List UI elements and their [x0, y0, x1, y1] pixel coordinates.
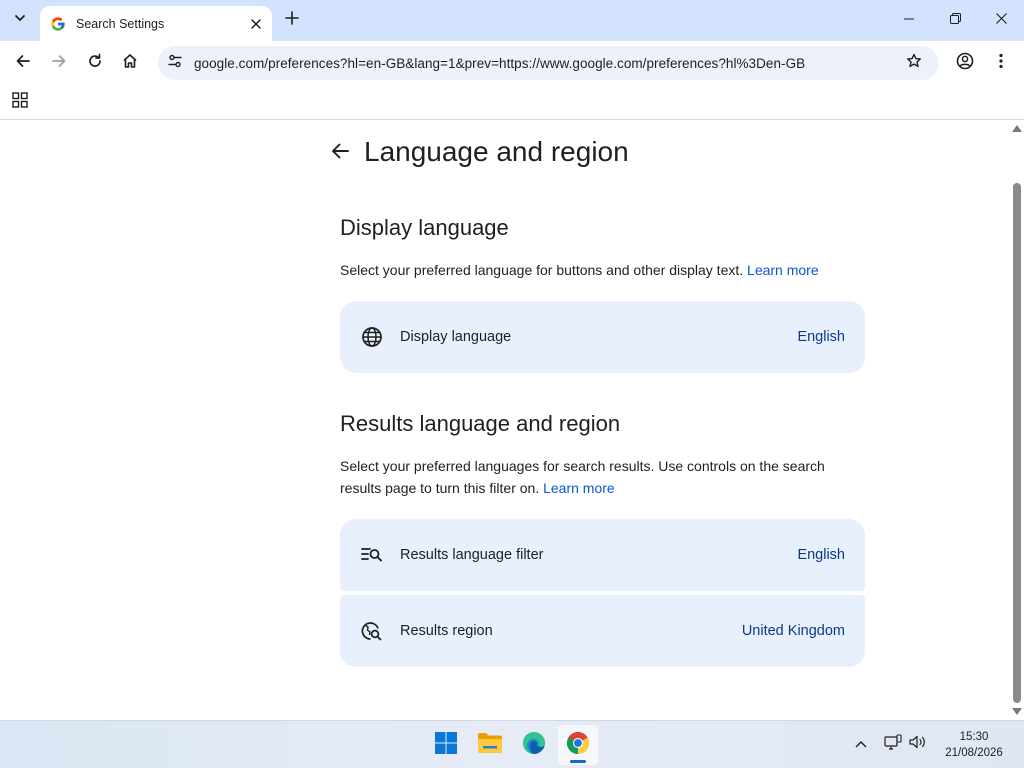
apps-grid-icon	[12, 91, 28, 113]
results-region-card[interactable]: Results region United Kingdom	[340, 595, 865, 667]
learn-more-link[interactable]: Learn more	[543, 480, 615, 496]
apps-button[interactable]	[8, 90, 32, 114]
edge-button[interactable]	[514, 725, 554, 765]
reload-icon	[87, 53, 103, 74]
tab-strip: Search Settings	[0, 0, 1024, 41]
file-explorer-icon	[477, 732, 503, 759]
taskbar: 15:30 21/08/2026	[0, 720, 1024, 768]
tab-search-button[interactable]	[6, 7, 34, 33]
learn-more-link[interactable]: Learn more	[747, 262, 819, 278]
restore-icon	[949, 11, 961, 29]
tab-close-button[interactable]	[246, 14, 266, 34]
chevron-up-icon	[855, 735, 867, 753]
edge-icon	[522, 731, 546, 760]
show-hidden-icons-button[interactable]	[850, 733, 872, 755]
globe-icon	[360, 325, 384, 349]
profile-button[interactable]	[949, 47, 981, 79]
arrow-back-icon	[330, 141, 350, 166]
speaker-icon	[909, 734, 927, 755]
clock-date: 21/08/2026	[945, 747, 1003, 759]
star-icon	[906, 53, 922, 74]
bookmarks-bar	[0, 85, 1024, 120]
more-vert-icon	[999, 53, 1003, 74]
chrome-button[interactable]	[558, 725, 598, 765]
menu-button[interactable]	[985, 47, 1017, 79]
forward-button[interactable]	[43, 47, 75, 79]
results-language-description: Select your preferred languages for sear…	[340, 455, 835, 499]
start-button[interactable]	[426, 725, 466, 765]
home-icon	[122, 53, 138, 74]
home-button[interactable]	[114, 47, 146, 79]
page-title: Language and region	[364, 136, 629, 167]
page-scrollbar[interactable]	[1010, 121, 1024, 720]
minimize-button[interactable]	[886, 0, 932, 40]
address-bar[interactable]: google.com/preferences?hl=en-GB&lang=1&p…	[158, 46, 939, 80]
arrow-right-icon	[51, 53, 67, 74]
display-language-card[interactable]: Display language English	[340, 301, 865, 373]
display-language-heading: Display language	[340, 215, 509, 240]
language-filter-icon	[360, 543, 384, 567]
google-g-icon	[50, 16, 66, 32]
bookmark-star-button[interactable]	[899, 48, 929, 78]
page-content: Language and region Display language Sel…	[0, 121, 1010, 720]
page-back-button[interactable]	[326, 139, 354, 167]
tab-title: Search Settings	[76, 16, 165, 31]
card-value: United Kingdom	[741, 623, 845, 639]
url-text: google.com/preferences?hl=en-GB&lang=1&p…	[194, 55, 806, 71]
scroll-down-arrow-icon[interactable]	[1012, 708, 1022, 715]
file-explorer-button[interactable]	[470, 725, 510, 765]
windows-start-icon	[434, 731, 458, 760]
region-search-icon	[360, 619, 384, 643]
description-text: Select your preferred language for butto…	[340, 262, 744, 278]
reload-button[interactable]	[79, 47, 111, 79]
network-icon	[884, 733, 902, 755]
restore-button[interactable]	[932, 0, 978, 40]
chevron-down-icon	[14, 11, 26, 29]
arrow-left-icon	[15, 53, 31, 74]
taskbar-clock[interactable]: 15:30 21/08/2026	[932, 729, 1016, 761]
results-language-heading: Results language and region	[340, 411, 621, 436]
clock-time: 15:30	[959, 731, 989, 743]
chrome-icon	[566, 731, 590, 760]
tune-icon	[167, 53, 183, 74]
card-label: Display language	[400, 329, 512, 345]
scroll-up-arrow-icon[interactable]	[1012, 125, 1022, 132]
card-value: English	[797, 547, 845, 563]
volume-button[interactable]	[907, 733, 929, 755]
account-circle-icon	[956, 52, 974, 75]
card-label: Results region	[400, 623, 493, 639]
card-value: English	[797, 329, 845, 345]
browser-toolbar: google.com/preferences?hl=en-GB&lang=1&p…	[0, 41, 1024, 85]
close-icon	[995, 11, 1007, 29]
active-app-indicator	[570, 760, 586, 763]
site-info-button[interactable]	[160, 48, 190, 78]
close-window-button[interactable]	[978, 0, 1024, 40]
network-button[interactable]	[882, 733, 904, 755]
new-tab-button[interactable]	[280, 8, 304, 32]
results-language-filter-card[interactable]: Results language filter English	[340, 519, 865, 591]
tab-search-settings[interactable]: Search Settings	[40, 6, 272, 41]
back-button[interactable]	[7, 47, 39, 79]
scroll-thumb[interactable]	[1013, 183, 1021, 703]
card-label: Results language filter	[400, 547, 544, 563]
display-language-description: Select your preferred language for butto…	[340, 259, 840, 281]
plus-icon	[285, 10, 299, 30]
minimize-icon	[904, 11, 914, 29]
